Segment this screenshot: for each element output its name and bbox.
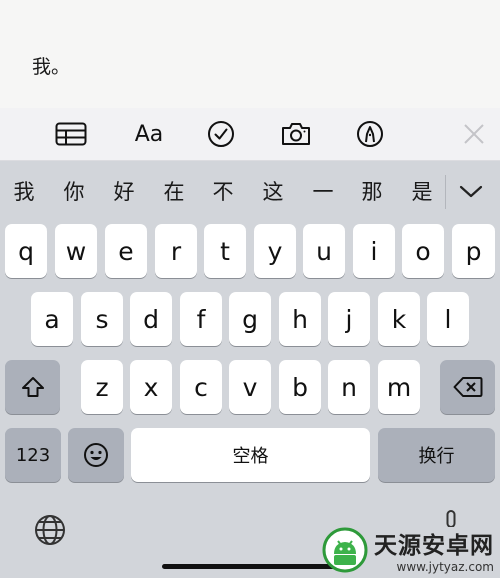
candidate[interactable]: 不 bbox=[208, 179, 238, 205]
camera-icon[interactable] bbox=[276, 116, 316, 152]
candidate-divider bbox=[445, 175, 446, 209]
key-c[interactable]: c bbox=[180, 360, 222, 414]
candidate[interactable]: 我 bbox=[9, 179, 39, 205]
note-body[interactable]: 我。 bbox=[0, 0, 500, 108]
watermark: 天源安卓网 www.jytyaz.com bbox=[322, 526, 494, 574]
text-format-icon[interactable]: Aa bbox=[128, 116, 170, 152]
numbers-key[interactable]: 123 bbox=[5, 428, 61, 482]
key-w[interactable]: w bbox=[55, 224, 97, 278]
keyboard: 我 你 好 在 不 这 一 那 是 q w e r t y u i o p a … bbox=[0, 161, 500, 578]
key-s[interactable]: s bbox=[81, 292, 123, 346]
notes-toolbar: Aa bbox=[0, 108, 500, 161]
emoji-icon bbox=[84, 443, 108, 467]
markup-pen-icon[interactable] bbox=[350, 116, 390, 152]
key-l[interactable]: l bbox=[427, 292, 469, 346]
key-m[interactable]: m bbox=[378, 360, 420, 414]
key-b[interactable]: b bbox=[279, 360, 321, 414]
key-u[interactable]: u bbox=[303, 224, 345, 278]
key-q[interactable]: q bbox=[5, 224, 47, 278]
key-z[interactable]: z bbox=[81, 360, 123, 414]
candidate[interactable]: 你 bbox=[59, 179, 89, 205]
key-j[interactable]: j bbox=[328, 292, 370, 346]
chevron-down-icon[interactable] bbox=[457, 179, 485, 205]
watermark-title: 天源安卓网 bbox=[374, 533, 494, 559]
text-format-label: Aa bbox=[134, 121, 164, 147]
table-icon[interactable] bbox=[51, 116, 91, 152]
delete-key[interactable] bbox=[440, 360, 495, 414]
return-key[interactable]: 换行 bbox=[378, 428, 495, 482]
key-t[interactable]: t bbox=[204, 224, 246, 278]
candidate[interactable]: 一 bbox=[308, 179, 338, 205]
key-r[interactable]: r bbox=[155, 224, 197, 278]
emoji-key[interactable] bbox=[68, 428, 124, 482]
key-h[interactable]: h bbox=[279, 292, 321, 346]
checklist-icon[interactable] bbox=[201, 116, 241, 152]
shift-key[interactable] bbox=[5, 360, 60, 414]
candidate[interactable]: 好 bbox=[109, 179, 139, 205]
key-x[interactable]: x bbox=[130, 360, 172, 414]
candidate[interactable]: 那 bbox=[357, 179, 387, 205]
key-p[interactable]: p bbox=[452, 224, 495, 278]
key-a[interactable]: a bbox=[31, 292, 73, 346]
backspace-icon bbox=[453, 377, 482, 397]
key-y[interactable]: y bbox=[254, 224, 296, 278]
key-g[interactable]: g bbox=[229, 292, 271, 346]
close-icon[interactable] bbox=[454, 116, 494, 152]
watermark-url: www.jytyaz.com bbox=[396, 560, 495, 574]
key-d[interactable]: d bbox=[130, 292, 172, 346]
globe-icon[interactable] bbox=[33, 513, 67, 547]
key-k[interactable]: k bbox=[378, 292, 420, 346]
key-f[interactable]: f bbox=[180, 292, 222, 346]
key-i[interactable]: i bbox=[353, 224, 395, 278]
candidate[interactable]: 在 bbox=[159, 179, 189, 205]
android-logo-icon bbox=[322, 527, 368, 573]
home-indicator bbox=[162, 564, 338, 569]
candidate[interactable]: 是 bbox=[407, 179, 437, 205]
key-e[interactable]: e bbox=[105, 224, 147, 278]
shift-icon bbox=[21, 377, 44, 397]
key-o[interactable]: o bbox=[402, 224, 444, 278]
note-text[interactable]: 我。 bbox=[32, 55, 70, 79]
key-v[interactable]: v bbox=[229, 360, 271, 414]
candidate-bar: 我 你 好 在 不 这 一 那 是 bbox=[0, 161, 500, 223]
candidate[interactable]: 这 bbox=[258, 179, 288, 205]
space-key[interactable]: 空格 bbox=[131, 428, 370, 482]
dictation-mic-icon[interactable] bbox=[443, 509, 459, 528]
key-n[interactable]: n bbox=[328, 360, 370, 414]
